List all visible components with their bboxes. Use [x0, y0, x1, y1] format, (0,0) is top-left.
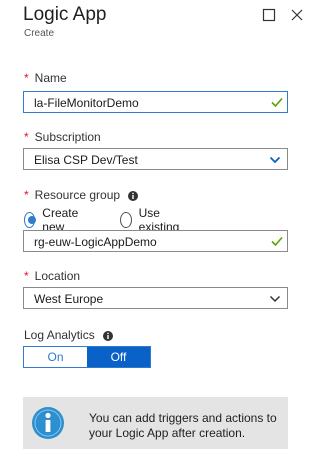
chevron-down-icon [269, 156, 281, 164]
checkmark-icon [271, 236, 283, 247]
location-select[interactable]: West Europe [23, 287, 288, 309]
log-analytics-toggle: On Off [23, 346, 151, 368]
resource-group-input[interactable]: rg-euw-LogicAppDemo [23, 230, 288, 252]
location-label: * Location [24, 269, 81, 283]
radio-selected-indicator [24, 212, 37, 228]
name-input[interactable]: la-FileMonitorDemo [23, 91, 288, 113]
info-banner: You can add triggers and actions to your… [23, 397, 288, 449]
blade-title: Logic App [23, 4, 107, 25]
resource-group-label: * Resource group [24, 188, 139, 202]
resource-group-input-value: rg-euw-LogicAppDemo [34, 235, 157, 249]
required-marker: * [24, 130, 29, 144]
required-marker: * [24, 71, 29, 85]
required-marker: * [24, 188, 29, 202]
name-label: * Name [24, 71, 67, 85]
name-input-value: la-FileMonitorDemo [34, 96, 139, 110]
maximize-square-icon[interactable] [262, 8, 276, 22]
info-icon [32, 407, 64, 439]
checkmark-icon [271, 97, 283, 108]
info-banner-message: You can add triggers and actions to your… [89, 411, 277, 440]
location-select-value: West Europe [34, 292, 104, 306]
subscription-label: * Subscription [24, 130, 101, 144]
subscription-select[interactable]: Elisa CSP Dev/Test [23, 148, 288, 170]
required-marker: * [24, 269, 29, 283]
log-analytics-on-option[interactable]: On [24, 347, 87, 367]
close-icon[interactable] [290, 8, 304, 22]
log-analytics-label: Log Analytics [24, 328, 114, 342]
info-icon[interactable] [103, 330, 114, 341]
subscription-select-value: Elisa CSP Dev/Test [34, 153, 138, 167]
log-analytics-off-option[interactable]: Off [87, 347, 150, 367]
info-icon[interactable] [128, 190, 139, 201]
radio-unselected-indicator [120, 212, 132, 228]
chevron-down-icon [269, 295, 281, 303]
blade-subtitle: Create [24, 28, 55, 39]
